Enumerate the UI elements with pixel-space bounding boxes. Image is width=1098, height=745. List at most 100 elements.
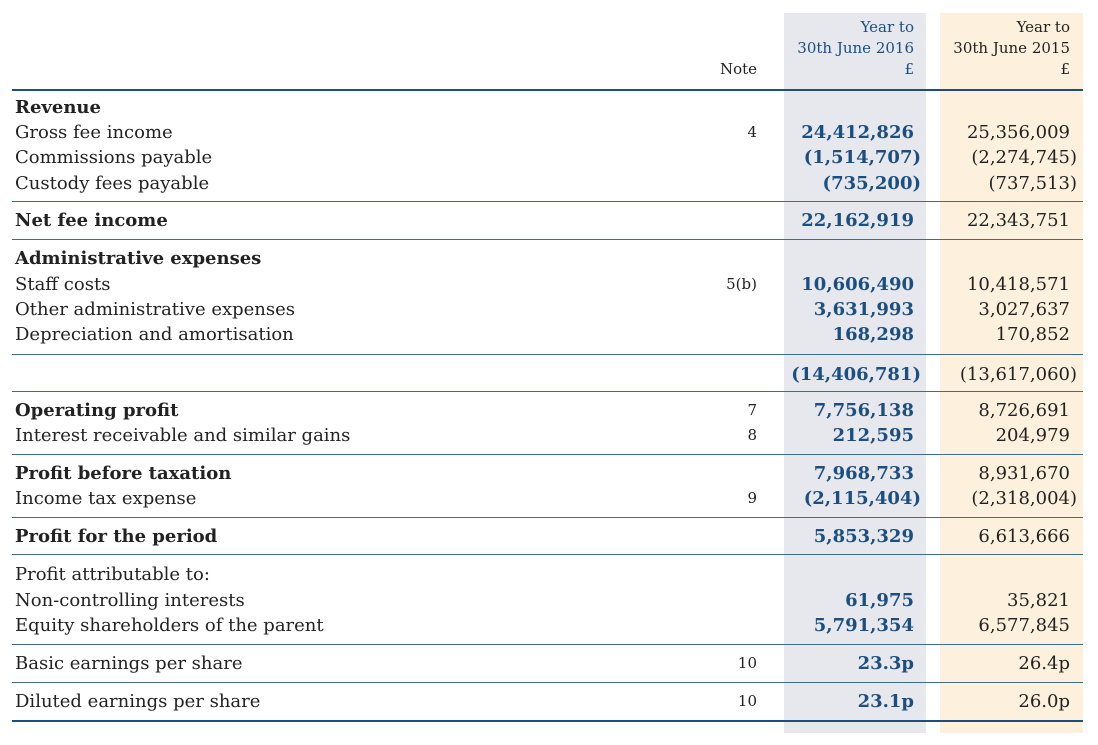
row-label: Other administrative expenses (15, 299, 296, 320)
value-2015: 204,979 (995, 425, 1070, 446)
row-label: Administrative expenses (15, 248, 262, 269)
row-label: Staff costs (15, 274, 111, 295)
divider (12, 644, 1083, 645)
table-row: Gross fee income 4 24,412,826 25,356,009 (12, 120, 1083, 145)
value-2015: 6,613,666 (978, 526, 1070, 547)
row-note: 5(b) (726, 275, 757, 293)
value-2016: 3,631,993 (813, 299, 914, 320)
row-note: 7 (747, 401, 757, 419)
row-label: Diluted earnings per share (15, 691, 261, 712)
value-2015: (737,513) (988, 173, 1077, 194)
value-2015: 22,343,751 (966, 210, 1070, 231)
row-label: Custody fees payable (15, 173, 210, 194)
table-row: Commissions payable (1,514,707) (2,274,7… (12, 145, 1083, 170)
divider (12, 239, 1083, 240)
value-2016: (1,514,707) (803, 147, 921, 168)
row-note: 4 (747, 123, 757, 141)
table-row: Income tax expense 9 (2,115,404) (2,318,… (12, 486, 1083, 511)
value-2016: 24,412,826 (801, 122, 914, 143)
header-rule (12, 89, 1083, 91)
row-label: Profit attributable to: (15, 564, 210, 585)
value-2015: 3,027,637 (978, 299, 1070, 320)
value-2015: 10,418,571 (966, 274, 1070, 295)
value-2016: 61,975 (845, 590, 914, 611)
divider (12, 682, 1083, 683)
table-row-admin-total: (14,406,781) (13,617,060) (12, 362, 1083, 387)
value-2016: (735,200) (822, 173, 921, 194)
header-2015-line1: Year to (1016, 18, 1070, 36)
row-label: Commissions payable (15, 147, 213, 168)
table-row: Interest receivable and similar gains 8 … (12, 423, 1083, 448)
column-header-2015: Year to 30th June 2015 £ (940, 17, 1070, 80)
table-row: Operating profit 7 7,756,138 8,726,691 (12, 398, 1083, 423)
value-2015: (2,274,745) (971, 147, 1077, 168)
value-2015: 26.4p (1018, 653, 1070, 674)
value-2016: 168,298 (832, 324, 914, 345)
value-2015: 35,821 (1007, 590, 1070, 611)
value-2016: 23.3p (857, 653, 914, 674)
section-title-admin: Administrative expenses (12, 246, 1083, 271)
row-label: Revenue (15, 97, 101, 118)
header-2016-currency: £ (904, 60, 914, 78)
table-row: Staff costs 5(b) 10,606,490 10,418,571 (12, 272, 1083, 297)
row-label: Gross fee income (15, 122, 173, 143)
value-2016: 23.1p (857, 691, 914, 712)
row-label: Profit before taxation (15, 463, 232, 484)
table-row-basic-eps: Basic earnings per share 10 23.3p 26.4p (12, 651, 1083, 676)
row-label: Profit for the period (15, 526, 218, 547)
value-2016: (14,406,781) (791, 364, 921, 385)
row-label: Equity shareholders of the parent (15, 615, 324, 636)
value-2015: 26.0p (1018, 691, 1070, 712)
section-title-revenue: Revenue (12, 95, 1083, 120)
divider (12, 354, 1083, 355)
header-2015-currency: £ (1060, 60, 1070, 78)
bottom-rule (12, 720, 1083, 722)
value-2016: 22,162,919 (801, 210, 914, 231)
row-label: Interest receivable and similar gains (15, 425, 351, 446)
row-label: Basic earnings per share (15, 653, 243, 674)
table-row: Equity shareholders of the parent 5,791,… (12, 613, 1083, 638)
value-2015: 8,931,670 (978, 463, 1070, 484)
value-2016: 212,595 (832, 425, 914, 446)
table-row: Depreciation and amortisation 168,298 17… (12, 322, 1083, 347)
row-note: 9 (747, 489, 757, 507)
row-label: Depreciation and amortisation (15, 324, 294, 345)
row-note: 8 (747, 426, 757, 444)
section-title-attributable: Profit attributable to: (12, 562, 1083, 587)
value-2016: 10,606,490 (801, 274, 914, 295)
header-2015-line2: 30th June 2015 (953, 39, 1070, 57)
divider (12, 554, 1083, 555)
value-2015: (13,617,060) (959, 364, 1077, 385)
divider (12, 517, 1083, 518)
value-2015: 170,852 (995, 324, 1070, 345)
column-header-2016: Year to 30th June 2016 £ (784, 17, 914, 80)
value-2015: 8,726,691 (978, 400, 1070, 421)
value-2015: 6,577,845 (978, 615, 1070, 636)
value-2016: 7,968,733 (813, 463, 914, 484)
row-note: 10 (737, 654, 757, 672)
header-2016-line2: 30th June 2016 (797, 39, 914, 57)
value-2016: 7,756,138 (813, 400, 914, 421)
value-2016: 5,853,329 (813, 526, 914, 547)
value-2016: (2,115,404) (803, 488, 921, 509)
table-row-net-fee-income: Net fee income 22,162,919 22,343,751 (12, 208, 1083, 233)
value-2015: 25,356,009 (966, 122, 1070, 143)
table-row-profit-period: Profit for the period 5,853,329 6,613,66… (12, 524, 1083, 549)
header-2016-line1: Year to (860, 18, 914, 36)
value-2015: (2,318,004) (971, 488, 1077, 509)
table-row: Custody fees payable (735,200) (737,513) (12, 171, 1083, 196)
divider (12, 201, 1083, 202)
divider (12, 391, 1083, 392)
table-row: Profit before taxation 7,968,733 8,931,6… (12, 461, 1083, 486)
divider (12, 454, 1083, 455)
row-label: Net fee income (15, 210, 168, 231)
row-label: Income tax expense (15, 488, 197, 509)
row-label: Operating profit (15, 400, 179, 421)
row-note: 10 (737, 692, 757, 710)
row-label: Non-controlling interests (15, 590, 245, 611)
table-row-diluted-eps: Diluted earnings per share 10 23.1p 26.0… (12, 689, 1083, 714)
table-row: Non-controlling interests 61,975 35,821 (12, 588, 1083, 613)
table-row: Other administrative expenses 3,631,993 … (12, 297, 1083, 322)
value-2016: 5,791,354 (813, 615, 914, 636)
note-column-header: Note (719, 60, 757, 78)
